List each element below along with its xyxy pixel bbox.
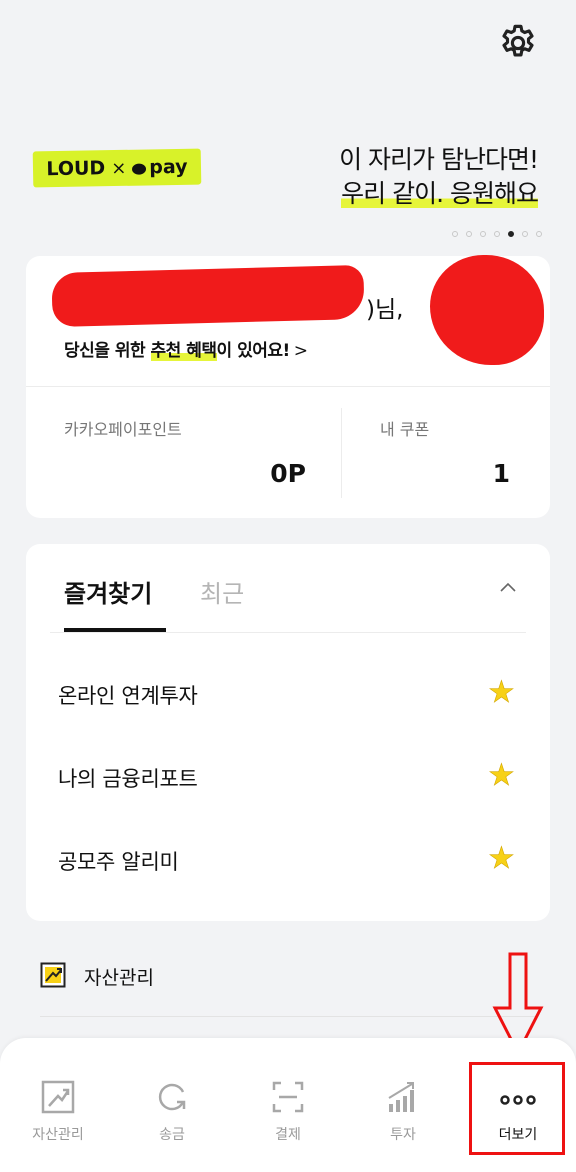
reco-highlight: 추천 혜택 <box>150 341 217 361</box>
banner-headline-1[interactable]: 이 자리가 탐난다면! <box>339 140 539 176</box>
brand-x: × <box>111 157 127 179</box>
coupon-label: 내 쿠폰 <box>380 420 430 439</box>
nav-label: 송금 <box>159 1127 185 1143</box>
nav-label: 자산관리 <box>32 1127 84 1143</box>
nav-label: 결제 <box>275 1127 301 1143</box>
points-value[interactable]: 0P <box>200 459 306 488</box>
kakao-bubble-icon <box>132 162 147 175</box>
chevron-up-icon[interactable] <box>498 580 518 594</box>
card-divider-vertical <box>341 408 342 498</box>
nav-payment[interactable]: 결제 <box>238 1080 338 1144</box>
chart-up-icon <box>40 962 66 988</box>
star-icon[interactable]: ★ <box>488 677 516 708</box>
banner-headline-2[interactable]: 우리 같이. 응원해요 <box>341 174 539 210</box>
favorite-item[interactable]: 공모주 알리미 <box>58 846 179 876</box>
tabs-divider <box>50 632 526 633</box>
gear-icon[interactable] <box>497 22 539 64</box>
page-dot <box>466 231 472 237</box>
tab-favorites[interactable]: 즐겨찾기 <box>64 574 152 609</box>
transfer-icon <box>158 1083 186 1111</box>
coupon-value[interactable]: 1 <box>440 459 510 488</box>
banner-headline-2-text: 우리 같이. 응원해요 <box>341 179 539 208</box>
points-label: 카카오페이포인트 <box>64 420 182 439</box>
page-dot <box>494 231 500 237</box>
reco-pre: 당신을 위한 <box>64 341 151 361</box>
star-icon[interactable]: ★ <box>488 760 516 791</box>
invest-bars-icon <box>388 1082 414 1112</box>
loud-pay-badge[interactable]: LOUD × pay <box>32 148 202 188</box>
tab-recent[interactable]: 최근 <box>200 574 244 609</box>
page-dot <box>452 231 458 237</box>
user-name-suffix: )님, <box>366 297 404 323</box>
reco-post: 이 있어요! <box>216 341 291 361</box>
favorite-item[interactable]: 나의 금융리포트 <box>58 763 198 793</box>
card-divider <box>26 386 550 387</box>
recommend-benefit-link[interactable]: 당신을 위한 추천 혜택이 있어요! > <box>64 336 308 361</box>
redacted-name <box>51 264 365 328</box>
brand-loud: LOUD <box>46 157 106 181</box>
scan-icon <box>272 1081 304 1113</box>
asset-management-link[interactable]: 자산관리 <box>84 963 154 990</box>
page-dot-active <box>508 231 514 237</box>
star-icon[interactable]: ★ <box>488 843 516 874</box>
nav-invest[interactable]: 투자 <box>353 1080 453 1144</box>
nav-label: 투자 <box>390 1127 416 1143</box>
section-divider <box>40 1016 536 1017</box>
page-dot <box>536 231 542 237</box>
nav-transfer[interactable]: 송금 <box>122 1080 222 1144</box>
nav-asset[interactable]: 자산관리 <box>8 1080 108 1144</box>
page-dot <box>480 231 486 237</box>
chevron-right-icon: > <box>293 341 308 361</box>
banner-pagination <box>452 231 542 237</box>
page-dot <box>522 231 528 237</box>
asset-icon <box>41 1080 75 1114</box>
annotation-highlight-box <box>469 1062 565 1155</box>
favorite-item[interactable]: 온라인 연계투자 <box>58 680 198 710</box>
brand-pay: pay <box>149 155 188 179</box>
